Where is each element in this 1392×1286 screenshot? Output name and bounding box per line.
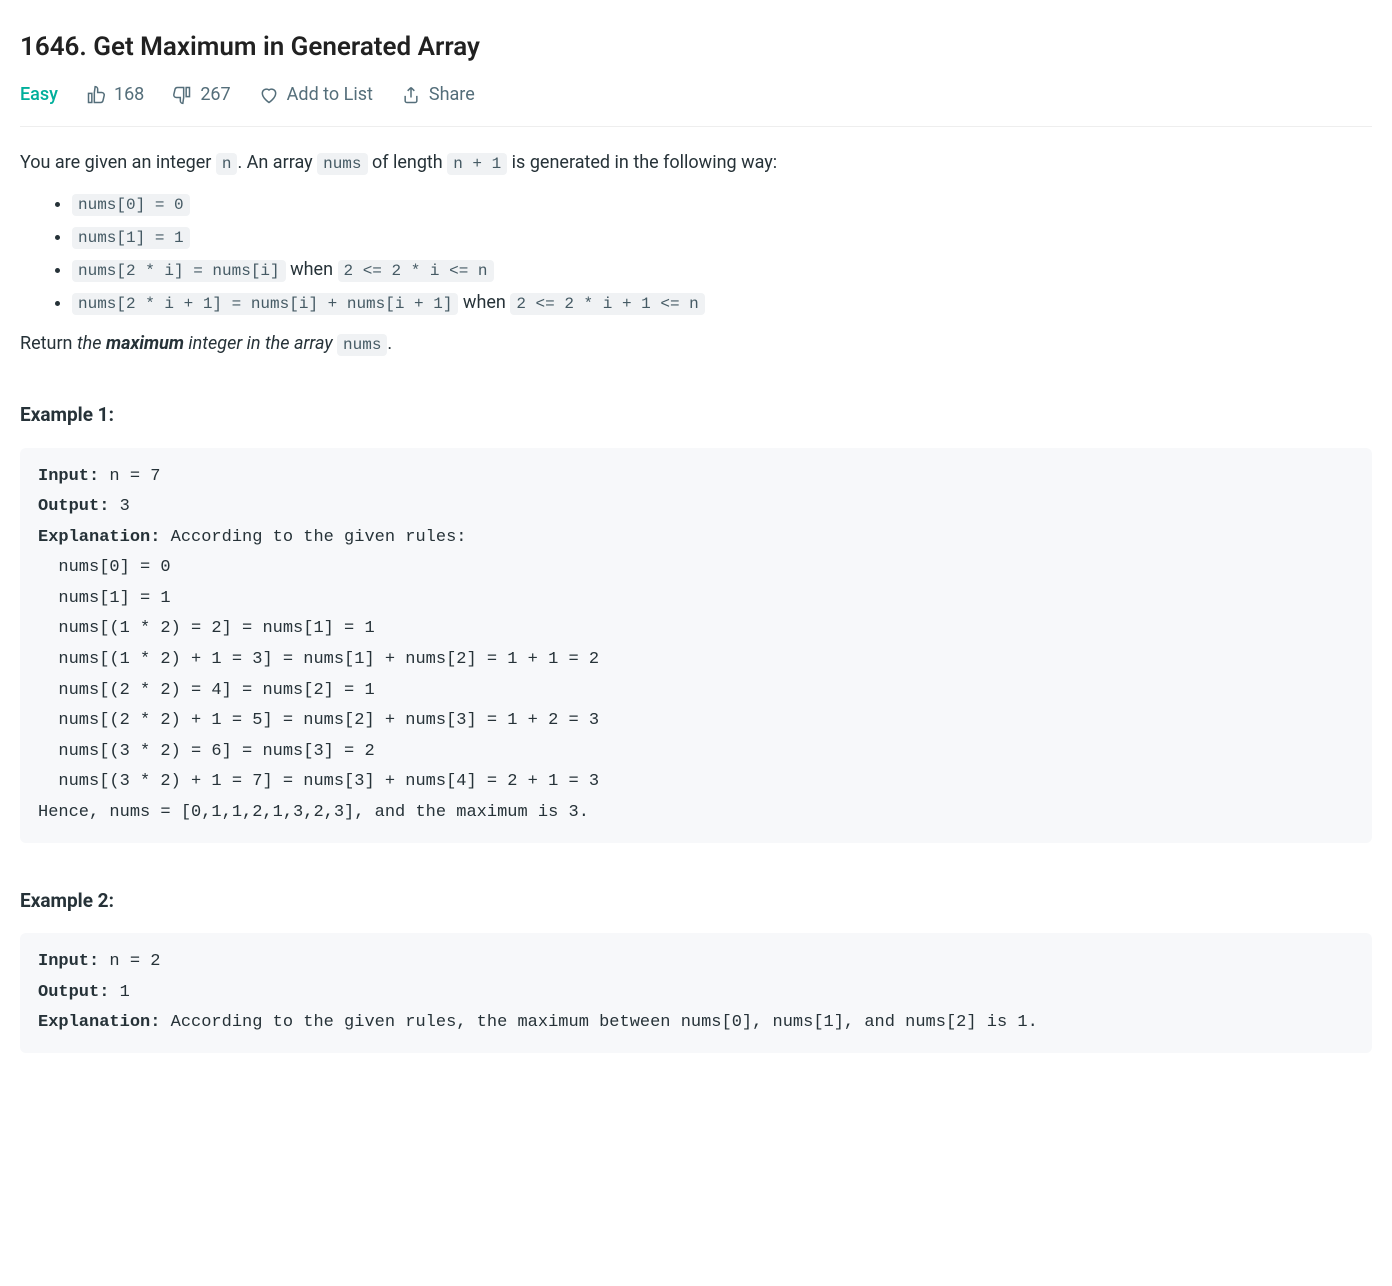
list-item: nums[2 * i] = nums[i] when 2 <= 2 * i <=… bbox=[72, 256, 1372, 283]
text: of length bbox=[368, 152, 448, 173]
list-item: nums[2 * i + 1] = nums[i] + nums[i + 1] … bbox=[72, 289, 1372, 316]
label: Input: bbox=[38, 952, 99, 971]
rule-code: nums[2 * i] = nums[i] bbox=[72, 260, 286, 282]
text: is generated in the following way: bbox=[507, 152, 777, 173]
rule-code: nums[2 * i + 1] = nums[i] + nums[i + 1] bbox=[72, 293, 458, 315]
text: the bbox=[77, 333, 106, 354]
value: According to the given rules, the maximu… bbox=[160, 1013, 1037, 1032]
label: Output: bbox=[38, 983, 109, 1002]
text: You are given an integer bbox=[20, 152, 216, 173]
example-block: Input: n = 2 Output: 1 Explanation: Acco… bbox=[20, 933, 1372, 1053]
difficulty-label: Easy bbox=[20, 81, 58, 108]
share-label: Share bbox=[429, 81, 475, 108]
value: 1 bbox=[109, 983, 129, 1002]
heart-icon bbox=[259, 85, 279, 105]
like-button[interactable]: 168 bbox=[86, 81, 144, 108]
add-to-list-label: Add to List bbox=[287, 81, 373, 108]
code-nums: nums bbox=[317, 153, 367, 175]
share-button[interactable]: Share bbox=[401, 81, 475, 108]
problem-content: You are given an integer n. An array num… bbox=[20, 149, 1372, 1053]
label: Explanation: bbox=[38, 528, 160, 547]
rule-code: nums[1] = 1 bbox=[72, 227, 190, 249]
text: . bbox=[387, 333, 392, 354]
share-icon bbox=[401, 85, 421, 105]
thumbs-up-icon bbox=[86, 85, 106, 105]
text: when bbox=[458, 292, 510, 313]
thumbs-down-icon bbox=[172, 85, 192, 105]
add-to-list-button[interactable]: Add to List bbox=[259, 81, 373, 108]
rule-code: 2 <= 2 * i <= n bbox=[338, 260, 494, 282]
dislike-button[interactable]: 267 bbox=[172, 81, 230, 108]
example-heading: Example 1: bbox=[20, 401, 1372, 430]
list-item: nums[1] = 1 bbox=[72, 223, 1372, 250]
rules-list: nums[0] = 0 nums[1] = 1 nums[2 * i] = nu… bbox=[20, 190, 1372, 316]
rule-code: 2 <= 2 * i + 1 <= n bbox=[510, 293, 704, 315]
value: According to the given rules: nums[0] = … bbox=[38, 528, 599, 822]
meta-row: Easy 168 267 Add to List Share bbox=[20, 81, 1372, 127]
text: . An array bbox=[237, 152, 317, 173]
intro-paragraph: You are given an integer n. An array num… bbox=[20, 149, 1372, 176]
value: n = 2 bbox=[99, 952, 160, 971]
return-paragraph: Return the maximum integer in the array … bbox=[20, 330, 1372, 357]
dislike-count: 267 bbox=[200, 81, 230, 108]
code-n-plus-1: n + 1 bbox=[447, 153, 507, 175]
example-block: Input: n = 7 Output: 3 Explanation: Acco… bbox=[20, 448, 1372, 843]
code-n: n bbox=[216, 153, 238, 175]
value: n = 7 bbox=[99, 467, 160, 486]
label: Input: bbox=[38, 467, 99, 486]
list-item: nums[0] = 0 bbox=[72, 190, 1372, 217]
example-heading: Example 2: bbox=[20, 887, 1372, 916]
rule-code: nums[0] = 0 bbox=[72, 194, 190, 216]
like-count: 168 bbox=[114, 81, 144, 108]
label: Output: bbox=[38, 497, 109, 516]
code-nums: nums bbox=[337, 334, 387, 356]
label: Explanation: bbox=[38, 1013, 160, 1032]
text: Return bbox=[20, 333, 77, 354]
value: 3 bbox=[109, 497, 129, 516]
text: integer in the array bbox=[184, 333, 337, 354]
text-strong: maximum bbox=[106, 333, 184, 354]
problem-title: 1646. Get Maximum in Generated Array bbox=[20, 28, 1372, 67]
text: when bbox=[286, 259, 338, 280]
